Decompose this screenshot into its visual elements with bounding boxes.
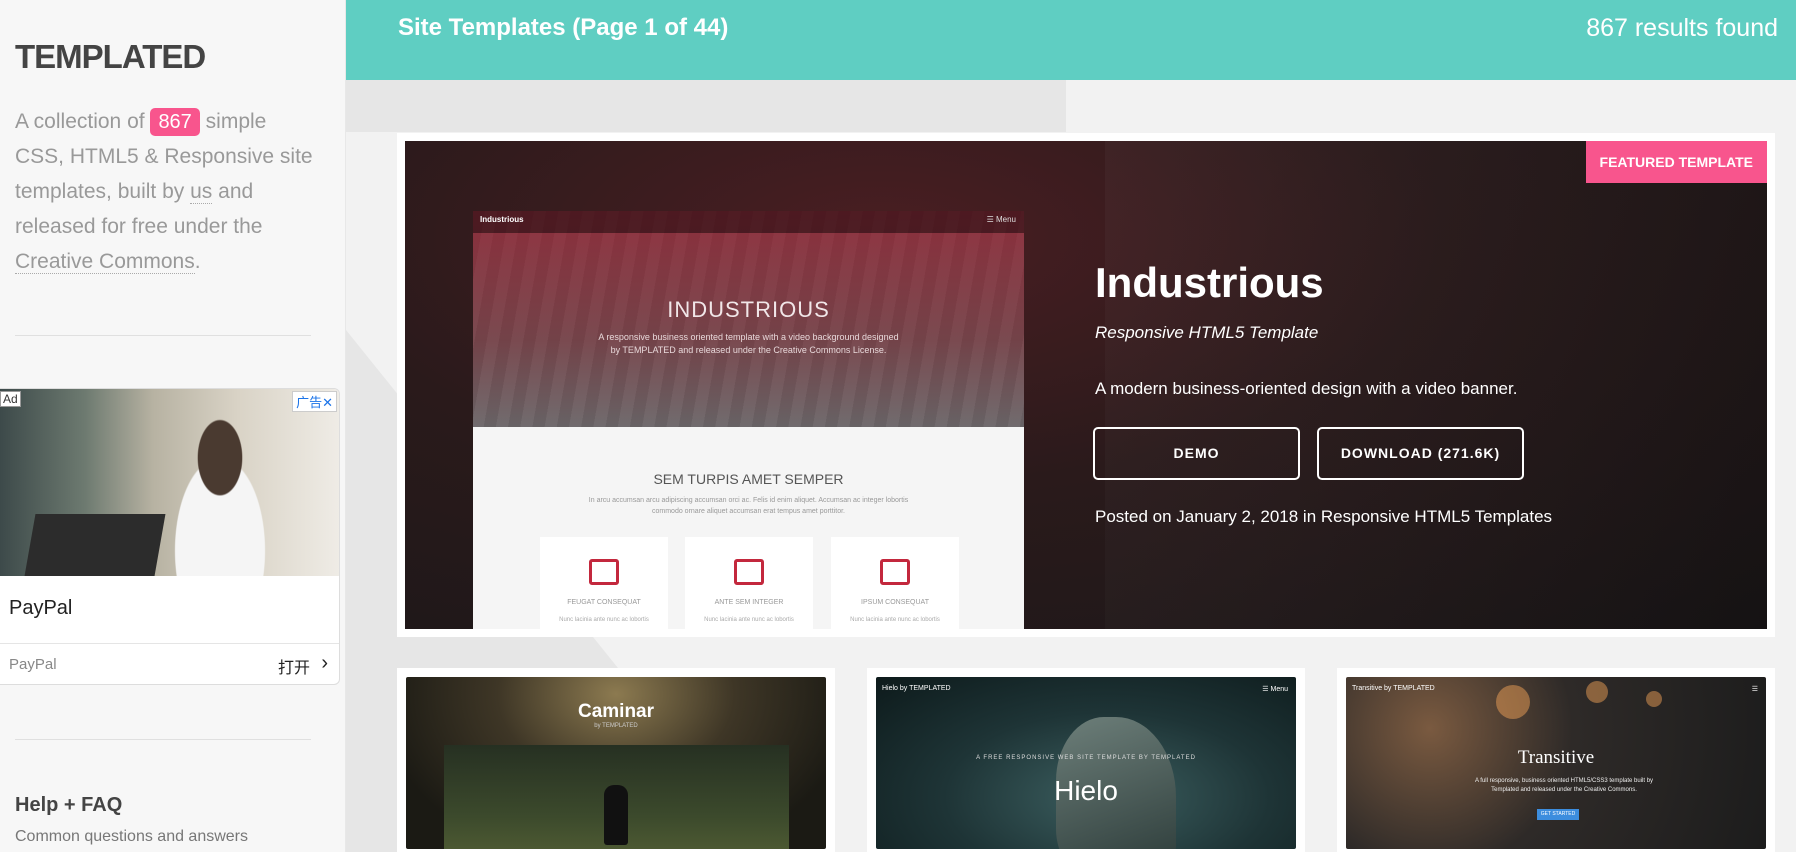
- preview-section-text: In arcu accumsan arcu adipiscing accumsa…: [588, 497, 909, 515]
- featured-preview-image[interactable]: Industrious ☰ Menu INDUSTRIOUS A respons…: [473, 211, 1024, 629]
- featured-background: FEATURED TEMPLATE Industrious ☰ Menu IND…: [405, 141, 1767, 629]
- ad-open-button[interactable]: 打开: [278, 654, 310, 678]
- download-button[interactable]: DOWNLOAD (271.6K): [1317, 427, 1524, 480]
- walking-person: [604, 785, 628, 845]
- sidebar: TEMPLATED A collection of 867 simple CSS…: [0, 0, 346, 852]
- ad-banner[interactable]: Ad 广告✕ PayPal PayPal 打开 ›: [0, 388, 340, 685]
- help-faq-heading[interactable]: Help + FAQ: [15, 794, 122, 817]
- template-name: Transitive: [1517, 747, 1595, 768]
- template-card-transitive[interactable]: Transitive by TEMPLATED ☰ Transitive A f…: [1337, 668, 1775, 852]
- template-description: A full responsive, business oriented HTM…: [1474, 778, 1654, 793]
- preview-nav: Industrious ☰ Menu: [473, 211, 1024, 233]
- ad-person: [150, 407, 290, 576]
- preview-menu: ☰ Menu: [986, 215, 1016, 224]
- divider: [15, 739, 311, 740]
- preview-feature-card: ANTE SEM INTEGER Nunc lacinia ante nunc …: [685, 537, 813, 629]
- ad-source: PayPal: [9, 656, 57, 673]
- us-link[interactable]: us: [190, 180, 213, 204]
- preview-section-title: SEM TURPIS AMET SEMPER: [653, 471, 844, 487]
- featured-template-card[interactable]: FEATURED TEMPLATE Industrious ☰ Menu IND…: [397, 133, 1775, 637]
- ad-tag: Ad: [0, 391, 21, 407]
- featured-posted-info: Posted on January 2, 2018 in Responsive …: [1095, 507, 1553, 526]
- background-stripe: [346, 80, 1066, 132]
- template-name: Caminar: [577, 701, 655, 722]
- featured-ribbon: FEATURED TEMPLATE: [1585, 141, 1767, 183]
- ad-laptop: [24, 514, 166, 576]
- bokeh-light: [1496, 685, 1530, 719]
- site-logo[interactable]: TEMPLATED: [15, 38, 206, 76]
- bokeh-light: [1586, 681, 1608, 703]
- preview-hero: Industrious ☰ Menu INDUSTRIOUS A respons…: [473, 211, 1024, 427]
- template-menu: ☰: [1751, 686, 1758, 693]
- preview-feature-card: FEUGAT CONSEQUAT Nunc lacinia ante nunc …: [540, 537, 668, 629]
- results-count: 867 results found: [1586, 14, 1778, 42]
- preview-feature-card: IPSUM CONSEQUAT Nunc lacinia ante nunc a…: [831, 537, 959, 629]
- template-nav: Hielo by TEMPLATED: [882, 685, 951, 692]
- template-menu: ☰ Menu: [1262, 686, 1288, 693]
- template-cta: GET STARTED: [1537, 809, 1579, 820]
- divider: [15, 335, 311, 336]
- demo-button[interactable]: DEMO: [1093, 427, 1300, 480]
- top-bar: Site Templates (Page 1 of 44) 867 result…: [346, 0, 1796, 80]
- chevron-right-icon[interactable]: ›: [321, 652, 328, 675]
- site-intro: A collection of 867 simple CSS, HTML5 & …: [15, 108, 313, 274]
- preview-hero-text: A responsive business oriented template …: [598, 332, 899, 355]
- template-nav: Transitive by TEMPLATED: [1352, 685, 1435, 692]
- template-byline: by TEMPLATED: [594, 723, 638, 729]
- template-thumbnail[interactable]: Transitive by TEMPLATED ☰ Transitive A f…: [1346, 677, 1766, 849]
- save-icon: [880, 559, 910, 585]
- help-faq-subtitle: Common questions and answers: [15, 828, 249, 845]
- ad-image[interactable]: [0, 389, 339, 576]
- template-card-hielo[interactable]: Hielo by TEMPLATED ☰ Menu A FREE RESPONS…: [867, 668, 1305, 852]
- creative-commons-link[interactable]: Creative Commons: [15, 250, 195, 274]
- bokeh-light: [1646, 691, 1662, 707]
- preview-hero-title: INDUSTRIOUS: [667, 297, 830, 322]
- ad-title[interactable]: PayPal: [9, 597, 72, 620]
- copy-icon: [734, 559, 764, 585]
- template-thumbnail[interactable]: Hielo by TEMPLATED ☰ Menu A FREE RESPONS…: [876, 677, 1296, 849]
- featured-description: A modern business-oriented design with a…: [1095, 379, 1518, 398]
- template-count-badge: 867: [150, 108, 200, 136]
- template-kicker: A FREE RESPONSIVE WEB SITE TEMPLATE BY T…: [976, 755, 1196, 761]
- ad-footer[interactable]: PayPal 打开 ›: [0, 643, 339, 684]
- template-card-caminar[interactable]: Caminar by TEMPLATED: [397, 668, 835, 852]
- template-name: Hielo: [1054, 775, 1118, 806]
- page-title: Site Templates (Page 1 of 44): [398, 14, 729, 41]
- id-card-icon: [589, 559, 619, 585]
- featured-title[interactable]: Industrious: [1095, 259, 1324, 307]
- featured-subtitle: Responsive HTML5 Template: [1095, 323, 1319, 342]
- preview-brand: Industrious: [480, 215, 524, 224]
- ad-close-icon[interactable]: 广告✕: [292, 391, 337, 412]
- template-thumbnail[interactable]: Caminar by TEMPLATED: [406, 677, 826, 849]
